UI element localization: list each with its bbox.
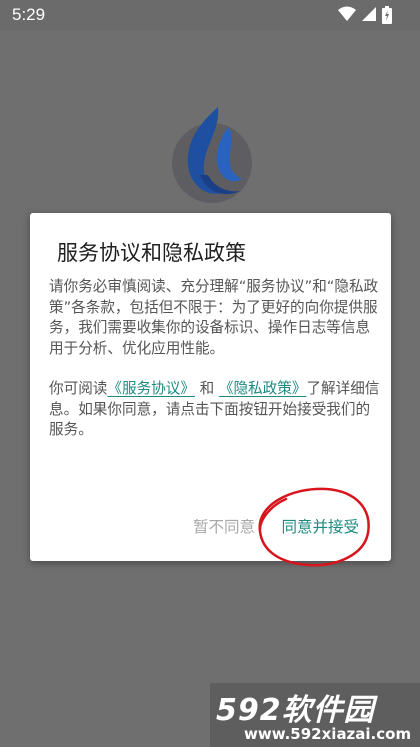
flame-logo-icon [172, 107, 252, 203]
decline-button[interactable]: 暂不同意 [193, 515, 255, 537]
battery-icon [382, 6, 392, 24]
links-prefix-text: 你可阅读 [49, 380, 108, 397]
terms-dialog: 服务协议和隐私政策 请你务必审慎阅读、充分理解“服务协议”和“隐私政策”各条款，… [30, 213, 391, 567]
watermark-logo: 592软件园 [216, 693, 375, 728]
privacy-policy-link[interactable]: 《隐私政策》 [219, 380, 307, 397]
dialog-paragraph-intro: 请你务必审慎阅读、充分理解“服务协议”和“隐私政策”各条款，包括但不限于：为了更… [49, 278, 379, 357]
dialog-body: 请你务必审慎阅读、充分理解“服务协议”和“隐私政策”各条款，包括但不限于：为了更… [49, 277, 381, 441]
dialog-title: 服务协议和隐私政策 [57, 241, 246, 265]
signal-icon [362, 7, 376, 21]
watermark: 592软件园 www.592xiazai.com [210, 683, 420, 747]
dialog-paragraph-links: 你可阅读《服务协议》 和 《隐私政策》了解详细信息。如果你同意，请点击下面按钮开… [49, 379, 381, 441]
accept-button[interactable]: 同意并接受 [281, 515, 359, 537]
watermark-url: www.592xiazai.com [244, 725, 412, 743]
status-bar: 5:29 [0, 0, 420, 30]
status-time: 5:29 [12, 5, 46, 24]
service-agreement-link[interactable]: 《服务协议》 [107, 380, 195, 397]
and-text: 和 [194, 380, 219, 397]
status-icons [338, 6, 398, 24]
wifi-icon [338, 6, 356, 21]
